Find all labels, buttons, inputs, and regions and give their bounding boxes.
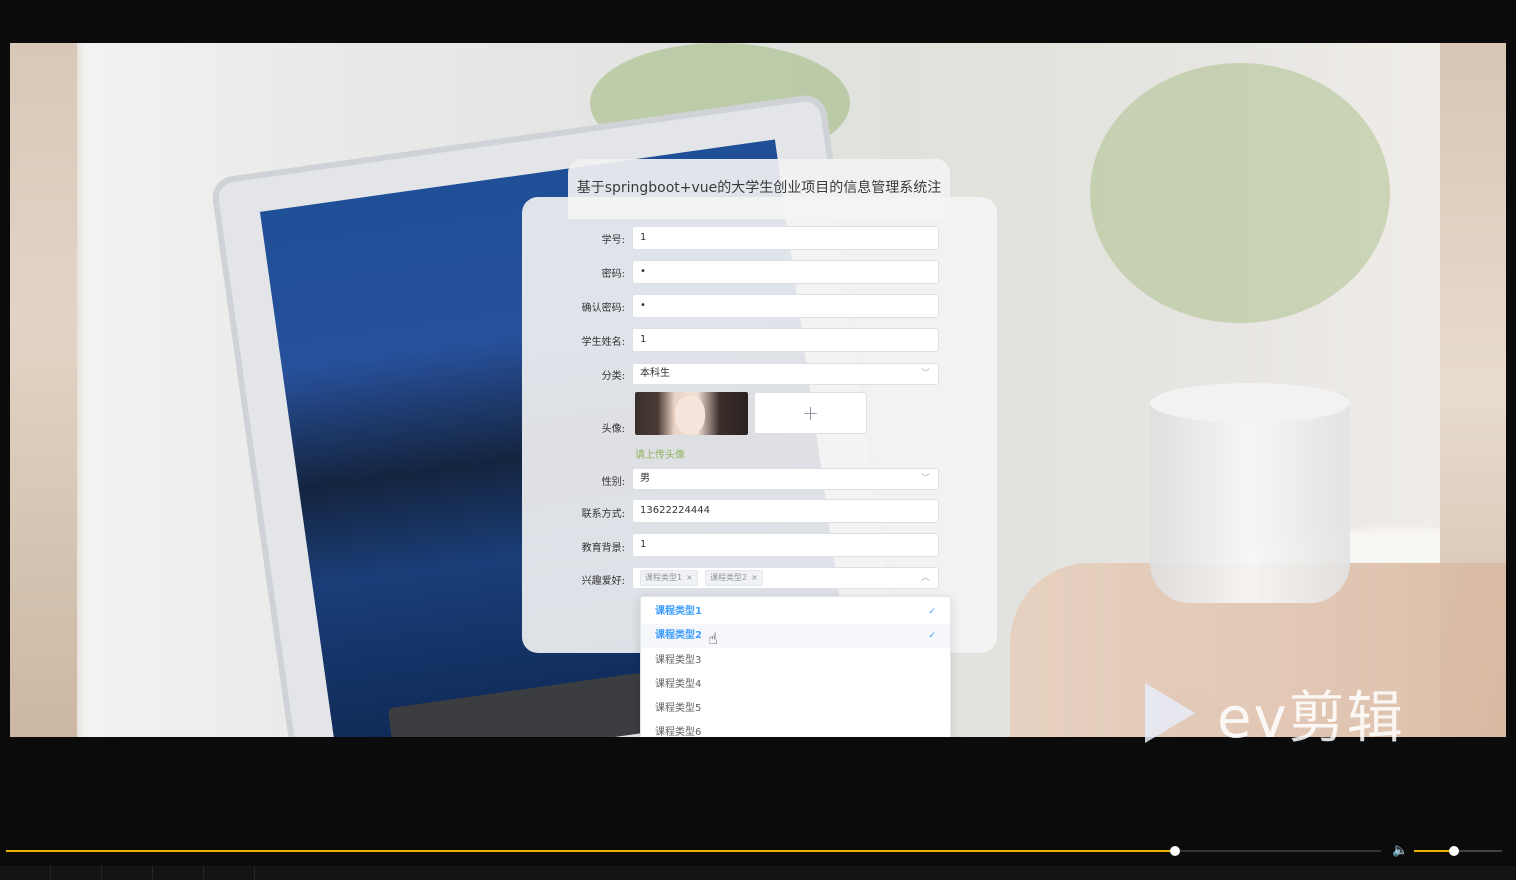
label-avatar: 头像: [601,424,625,435]
chevron-down-icon: ﹀ [920,474,930,484]
check-icon: ✓ [928,607,936,617]
toolbar-slot[interactable] [0,866,51,880]
label-category: 分类: [601,371,625,382]
gender-value: 男 [640,473,650,484]
dropdown-option[interactable]: 课程类型1 ✓ [641,600,950,624]
volume-fill [1414,850,1454,852]
volume-slider[interactable] [1414,846,1502,856]
dropdown-option[interactable]: 课程类型5 [641,697,950,721]
option-label: 课程类型2 [655,630,702,641]
volume-handle[interactable] [1448,846,1459,856]
hobbies-multiselect[interactable]: 课程类型1 × 课程类型2 × ︿ [632,567,939,589]
chevron-up-icon: ︿ [920,573,930,583]
option-label: 课程类型1 [655,606,702,617]
gender-select[interactable]: 男 ﹀ [632,468,939,490]
player-bottom-bar [0,866,1516,880]
label-student-name: 学生姓名: [581,337,625,348]
toolbar-slot[interactable] [102,866,153,880]
progress-handle[interactable] [1169,846,1180,856]
form-title: 基于springboot+vue的大学生创业项目的信息管理系统注 [576,180,942,196]
hobbies-dropdown: 课程类型1 ✓ 课程类型2 ✓ 课程类型3 课程类型4 课程类型5 课程类型6 [640,596,951,737]
label-education: 教育背景: [581,543,625,554]
education-input[interactable]: 1 [632,533,939,557]
register-form: 学号: 1 密码: • 确认密码: • 学生姓名: 1 分类: 本科生 ﹀ 头像… [522,197,997,653]
dropdown-option[interactable]: 课程类型6 [641,721,950,737]
background-plant [1090,63,1390,323]
category-select[interactable]: 本科生 ﹀ [632,363,939,385]
toolbar-slot[interactable] [153,866,204,880]
dropdown-option[interactable]: 课程类型3 [641,649,950,673]
video-frame: 基于springboot+vue的大学生创业项目的信息管理系统注 学号: 1 密… [10,43,1506,737]
plus-icon: + [802,401,819,425]
pointer-cursor-icon: ☝ [708,629,718,648]
label-hobbies: 兴趣爱好: [581,576,625,587]
student-name-input[interactable]: 1 [632,328,939,352]
avatar-thumbnail[interactable] [635,392,748,435]
avatar-hint: 请上传头像 [635,450,685,461]
option-label: 课程类型5 [655,703,702,714]
label-student-id: 学号: [601,235,625,246]
contact-input[interactable]: 13622224444 [632,499,939,523]
video-progress-bar[interactable] [6,846,1381,856]
option-label: 课程类型3 [655,655,702,666]
password-input[interactable]: • [632,260,939,284]
background-cup-rim [1150,383,1350,423]
hobby-tag-label: 课程类型2 [709,573,748,582]
close-icon[interactable]: × [686,573,693,582]
avatar-upload-button[interactable]: + [754,392,867,434]
watermark-text: ev剪辑 [1217,685,1405,751]
background-cup [1150,393,1350,603]
close-icon[interactable]: × [751,573,758,582]
label-password: 密码: [601,269,625,280]
hobby-tag-label: 课程类型1 [645,573,683,582]
hobby-tag: 课程类型2 × [704,570,763,586]
option-label: 课程类型6 [655,727,702,737]
toolbar-slot[interactable] [204,866,255,880]
label-contact: 联系方式: [581,509,625,520]
dropdown-option[interactable]: 课程类型4 [641,673,950,697]
progress-fill [6,850,1175,852]
confirm-password-input[interactable]: • [632,294,939,318]
hobby-tag: 课程类型1 × [640,570,698,586]
check-icon: ✓ [928,631,936,641]
toolbar-slot[interactable] [51,866,102,880]
category-value: 本科生 [640,368,670,379]
option-label: 课程类型4 [655,679,702,690]
play-logo-icon [1145,683,1195,743]
watermark: ev剪辑 [1145,680,1405,751]
avatar-face [675,396,705,434]
student-id-input[interactable]: 1 [632,226,939,250]
volume-icon[interactable]: 🔈 [1392,843,1408,858]
dropdown-option[interactable]: 课程类型2 ✓ [641,624,950,648]
background-left [10,43,77,737]
label-confirm-password: 确认密码: [581,303,625,314]
label-gender: 性别: [601,477,625,488]
chevron-down-icon: ﹀ [920,369,930,379]
